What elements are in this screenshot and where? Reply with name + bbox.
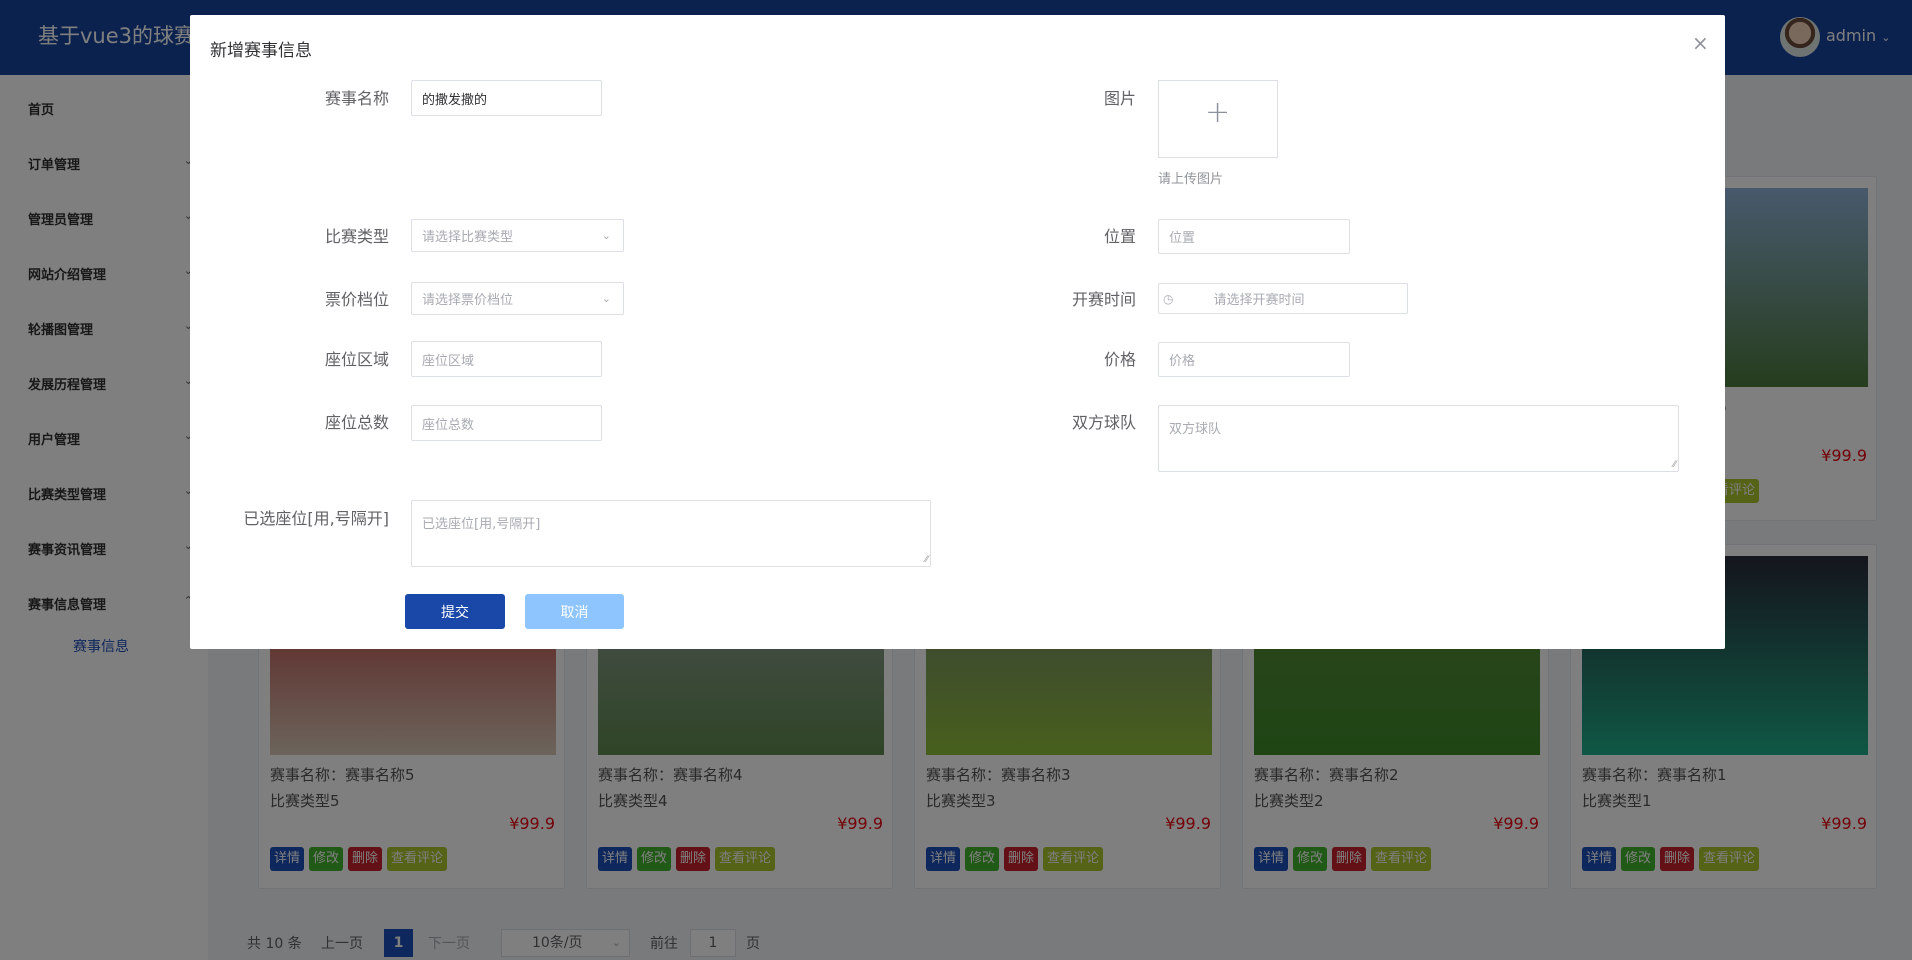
resize-handle-icon[interactable]: ⁄⁄ [925, 555, 928, 565]
label-match-type: 比赛类型 [324, 227, 389, 246]
teams-placeholder: 双方球队 [1169, 422, 1222, 437]
image-upload-hint: 请上传图片 [1158, 172, 1224, 187]
start-time-picker[interactable]: ◷ 请选择开赛时间 [1158, 283, 1408, 314]
seat-area-input[interactable]: 座位区域 [411, 341, 602, 377]
label-seat-area: 座位区域 [324, 350, 389, 369]
selected-seats-placeholder: 已选座位[用,号隔开] [422, 517, 541, 532]
label-price: 价格 [1103, 350, 1136, 369]
label-start-time: 开赛时间 [1071, 290, 1136, 309]
label-location: 位置 [1103, 227, 1136, 246]
teams-textarea[interactable]: 双方球队 ⁄⁄ [1158, 405, 1679, 472]
name-input[interactable]: 的撒发撒的 [411, 80, 602, 116]
match-type-placeholder: 请选择比赛类型 [422, 230, 514, 245]
cancel-button[interactable]: 取消 [525, 594, 624, 629]
match-type-select[interactable]: 请选择比赛类型 ⌄ [411, 219, 624, 252]
start-time-placeholder: 请选择开赛时间 [1213, 293, 1305, 308]
label-ticket-tier: 票价档位 [324, 290, 389, 309]
chevron-down-icon: ⌄ [601, 229, 611, 242]
resize-handle-icon[interactable]: ⁄⁄ [1673, 460, 1676, 470]
selected-seats-textarea[interactable]: 已选座位[用,号隔开] ⁄⁄ [411, 500, 931, 567]
chevron-down-icon: ⌄ [601, 292, 611, 305]
ticket-tier-placeholder: 请选择票价档位 [422, 293, 514, 308]
location-input[interactable]: 位置 [1158, 219, 1350, 254]
add-match-dialog: 新增赛事信息 × 赛事名称 的撒发撒的 比赛类型 请选择比赛类型 ⌄ 票价档位 请… [190, 15, 1725, 649]
label-teams: 双方球队 [1071, 413, 1136, 432]
image-upload[interactable]: + [1158, 80, 1278, 158]
label-selected-seats: 已选座位[用,号隔开] [243, 509, 389, 528]
close-icon[interactable]: × [1692, 31, 1709, 55]
clock-icon: ◷ [1163, 291, 1174, 306]
submit-button[interactable]: 提交 [405, 594, 505, 629]
label-image: 图片 [1103, 89, 1136, 108]
plus-icon: + [1205, 95, 1231, 130]
ticket-tier-select[interactable]: 请选择票价档位 ⌄ [411, 282, 624, 315]
label-seat-total: 座位总数 [324, 413, 389, 432]
dialog-title: 新增赛事信息 [210, 41, 312, 61]
label-name: 赛事名称 [324, 89, 389, 108]
price-input[interactable]: 价格 [1158, 342, 1350, 377]
seat-total-input[interactable]: 座位总数 [411, 405, 602, 441]
